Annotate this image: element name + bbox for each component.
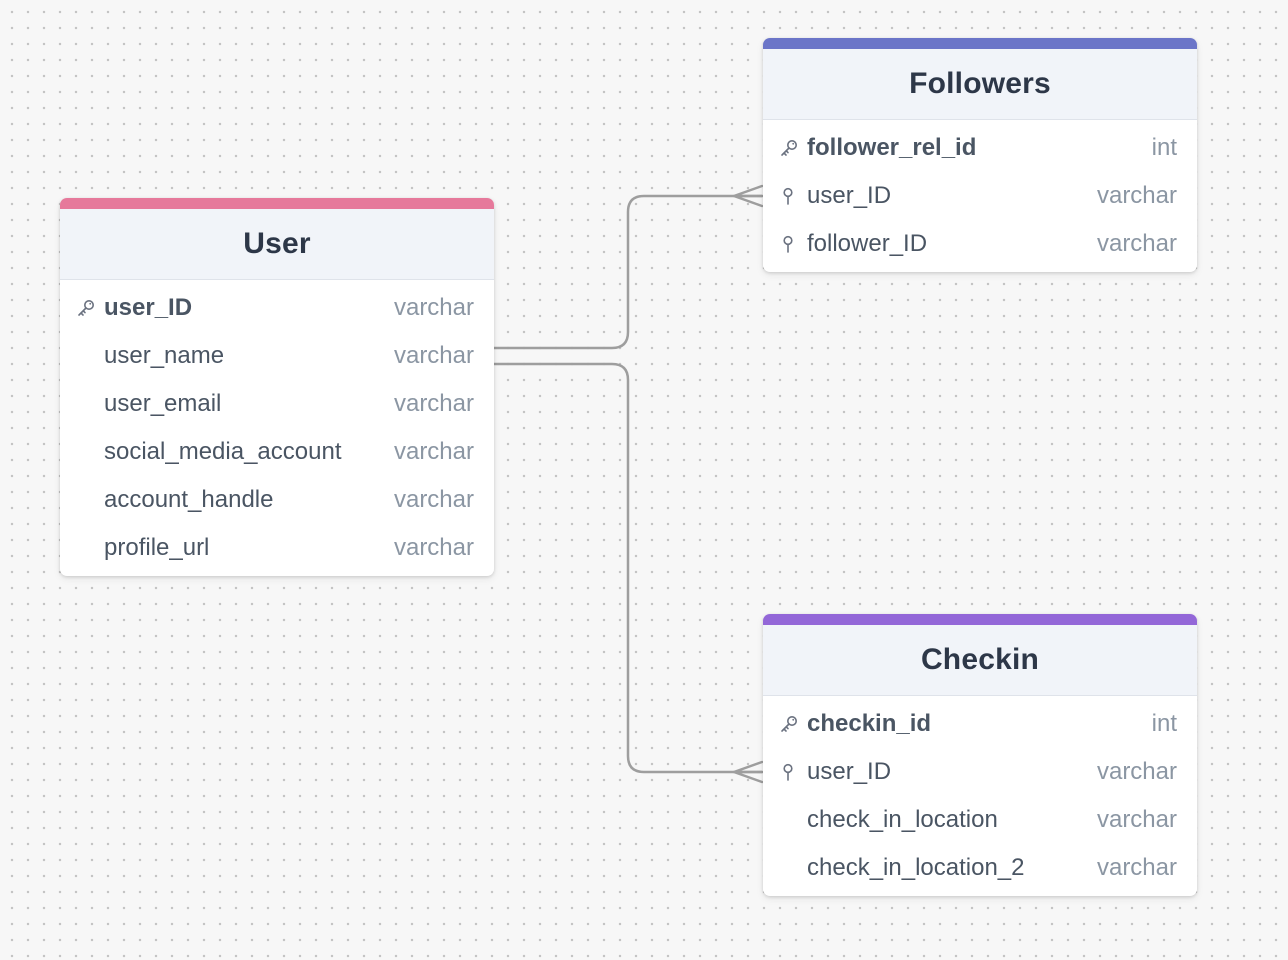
connector-line-user-followers: [492, 194, 764, 350]
foreign-key-icon: [779, 748, 807, 796]
column-row-social-media-account[interactable]: social_media_account varchar: [60, 428, 494, 476]
column-type: int: [1151, 710, 1177, 737]
column-type: varchar: [1096, 854, 1177, 881]
table-title: Followers: [909, 67, 1051, 100]
table-header[interactable]: User: [60, 209, 494, 280]
table-user[interactable]: User user_ID varchar user_name varchar u…: [60, 198, 494, 576]
column-name: check_in_location_2: [807, 854, 1025, 881]
column-type: varchar: [393, 534, 474, 561]
column-name: follower_rel_id: [807, 134, 977, 161]
key-icon: [76, 284, 104, 332]
key-icon: [779, 700, 807, 748]
column-type: varchar: [393, 294, 474, 321]
column-row-checkin-id[interactable]: checkin_id int: [763, 700, 1197, 748]
relationship-user-checkin[interactable]: [492, 362, 764, 784]
column-type: varchar: [1096, 182, 1177, 209]
crows-foot-followers: [732, 184, 764, 208]
table-title: Checkin: [920, 643, 1040, 676]
foreign-key-icon: [779, 172, 807, 220]
column-row-user-name[interactable]: user_name varchar: [60, 332, 494, 380]
column-row-user-id[interactable]: user_ID varchar: [763, 172, 1197, 220]
crows-foot-checkin: [732, 760, 764, 784]
column-name: check_in_location: [807, 806, 998, 833]
column-type: int: [1151, 134, 1177, 161]
column-name: user_ID: [807, 758, 892, 785]
column-name: follower_ID: [807, 230, 928, 257]
column-name: user_ID: [104, 294, 193, 321]
column-type: varchar: [1096, 758, 1177, 785]
column-type: varchar: [393, 438, 474, 465]
column-type: varchar: [1096, 806, 1177, 833]
column-name: account_handle: [104, 486, 274, 513]
table-header[interactable]: Checkin: [763, 625, 1197, 696]
column-row-user-email[interactable]: user_email varchar: [60, 380, 494, 428]
column-name: checkin_id: [807, 710, 932, 737]
table-accent-bar: [763, 38, 1197, 49]
column-name: user_email: [104, 390, 222, 417]
relationship-user-followers[interactable]: [492, 184, 764, 350]
column-row-follower-rel-id[interactable]: follower_rel_id int: [763, 124, 1197, 172]
table-header[interactable]: Followers: [763, 49, 1197, 120]
column-row-follower-id[interactable]: follower_ID varchar: [763, 220, 1197, 268]
column-name: profile_url: [104, 534, 210, 561]
column-row-check-in-location[interactable]: check_in_location varchar: [763, 796, 1197, 844]
connector-line-user-checkin: [492, 362, 764, 774]
column-name: user_ID: [807, 182, 892, 209]
key-icon: [779, 124, 807, 172]
column-type: varchar: [393, 342, 474, 369]
column-type: varchar: [393, 390, 474, 417]
column-type: varchar: [393, 486, 474, 513]
column-row-account-handle[interactable]: account_handle varchar: [60, 476, 494, 524]
column-row-user-id[interactable]: user_ID varchar: [763, 748, 1197, 796]
foreign-key-icon: [779, 220, 807, 268]
column-row-user-id[interactable]: user_ID varchar: [60, 284, 494, 332]
column-name: user_name: [104, 342, 225, 369]
table-title: User: [243, 227, 311, 260]
table-accent-bar: [763, 614, 1197, 625]
column-type: varchar: [1096, 230, 1177, 257]
table-followers[interactable]: Followers follower_rel_id int user_ID va…: [763, 38, 1197, 272]
column-row-check-in-location-2[interactable]: check_in_location_2 varchar: [763, 844, 1197, 892]
column-name: social_media_account: [104, 438, 380, 466]
table-accent-bar: [60, 198, 494, 209]
column-row-profile-url[interactable]: profile_url varchar: [60, 524, 494, 572]
table-checkin[interactable]: Checkin checkin_id int user_ID varchar c…: [763, 614, 1197, 896]
